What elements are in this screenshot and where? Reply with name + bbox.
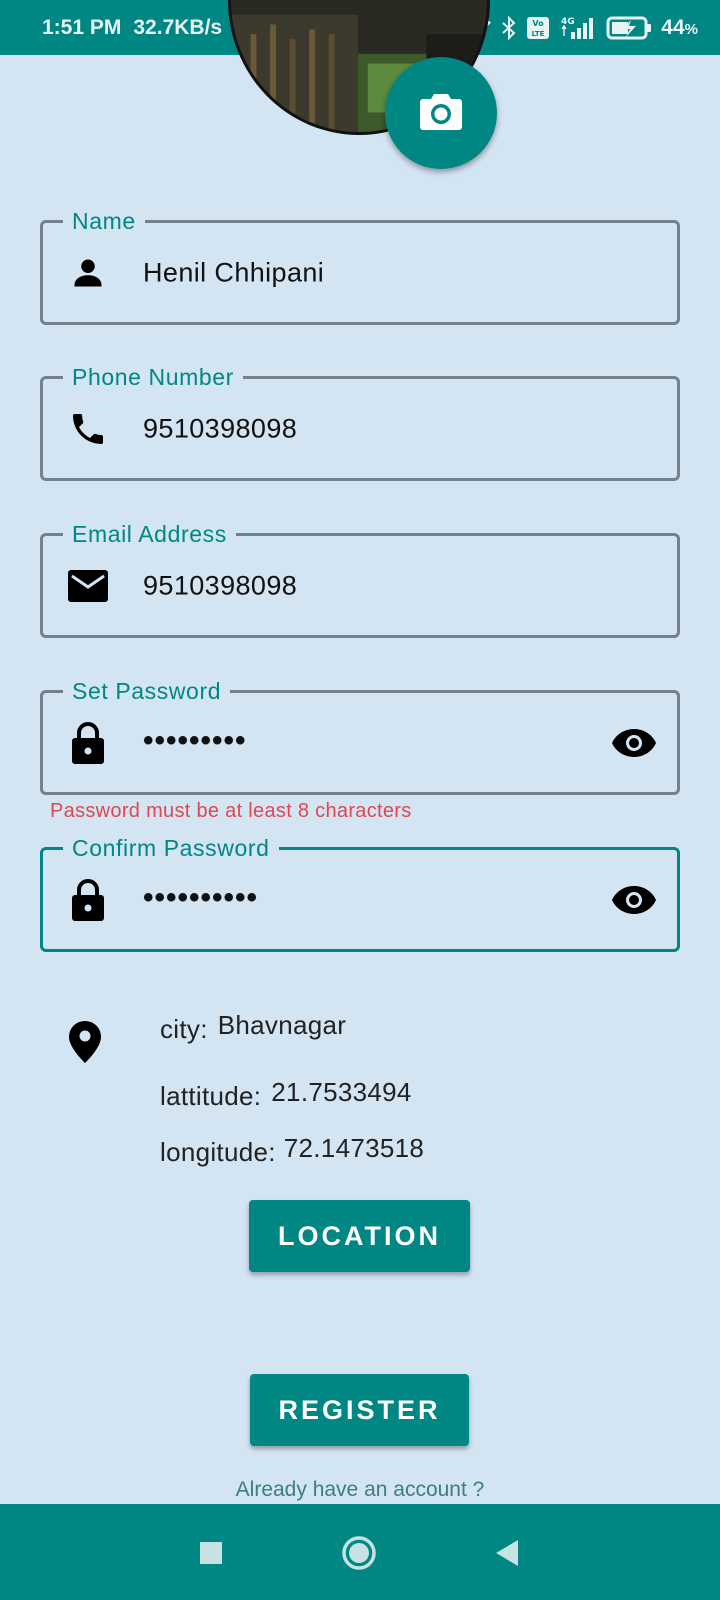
login-link[interactable]: Already have an account ? — [0, 1478, 720, 1502]
latitude-row: lattitude: 21.7533494 — [160, 1077, 412, 1112]
latitude-value: 21.7533494 — [271, 1077, 412, 1107]
volte-icon: Vo LTE — [526, 16, 550, 40]
name-field[interactable]: Name Henil Chhipani — [40, 205, 680, 325]
set-password-label: Set Password — [63, 675, 231, 707]
camera-icon — [419, 91, 463, 136]
status-right: Vo LTE 4G 44% — [460, 15, 698, 41]
home-button[interactable] — [339, 1535, 379, 1575]
battery-percent: 44% — [661, 15, 698, 39]
email-field[interactable]: Email Address 9510398098 — [40, 518, 680, 638]
password-error: Password must be at least 8 characters — [50, 800, 412, 822]
longitude-row: longitude: 72.1473518 — [160, 1133, 424, 1168]
recents-button[interactable] — [191, 1535, 231, 1575]
longitude-value: 72.1473518 — [283, 1133, 425, 1163]
person-icon — [67, 252, 109, 294]
email-field-label: Email Address — [63, 518, 236, 550]
confirm-password-field[interactable]: Confirm Password •••••••••• — [40, 832, 680, 952]
lock-icon — [67, 878, 109, 921]
network-speed: 32.7KB/s — [133, 15, 223, 39]
name-field-label: Name — [63, 205, 145, 237]
city-row: city: Bhavnagar — [160, 1010, 346, 1045]
set-password-field[interactable]: Set Password ••••••••• — [40, 675, 680, 795]
svg-text:Vo: Vo — [533, 19, 545, 28]
lock-icon — [67, 721, 109, 764]
confirm-password-input[interactable]: •••••••••• — [143, 881, 258, 915]
latitude-label: lattitude: — [160, 1081, 262, 1111]
longitude-label: longitude: — [160, 1137, 276, 1167]
back-triangle-icon — [494, 1539, 520, 1572]
city-value: Bhavnagar — [217, 1010, 347, 1040]
camera-button[interactable] — [385, 57, 497, 169]
eye-icon[interactable] — [611, 720, 657, 766]
battery-icon — [606, 15, 652, 41]
mail-icon — [67, 565, 109, 607]
location-button[interactable]: LOCATION — [249, 1200, 470, 1272]
set-password-input[interactable]: ••••••••• — [143, 724, 247, 758]
location-pin-icon — [68, 1020, 108, 1066]
cellular-signal-icon: 4G — [559, 15, 597, 41]
phone-field-label: Phone Number — [63, 361, 243, 393]
eye-icon[interactable] — [611, 877, 657, 923]
svg-text:4G: 4G — [561, 17, 575, 27]
email-input[interactable]: 9510398098 — [143, 570, 297, 601]
back-button[interactable] — [487, 1535, 527, 1575]
phone-field[interactable]: Phone Number 9510398098 — [40, 361, 680, 481]
city-label: city: — [160, 1014, 208, 1044]
svg-text:LTE: LTE — [532, 30, 545, 38]
confirm-password-label: Confirm Password — [63, 832, 279, 864]
clock: 1:51 PM — [42, 15, 122, 39]
circle-icon — [341, 1535, 377, 1576]
register-button[interactable]: REGISTER — [250, 1374, 469, 1446]
square-icon — [199, 1541, 223, 1570]
bluetooth-icon — [501, 15, 517, 40]
name-input[interactable]: Henil Chhipani — [143, 257, 324, 288]
phone-input[interactable]: 9510398098 — [143, 413, 297, 444]
phone-icon — [67, 408, 109, 450]
